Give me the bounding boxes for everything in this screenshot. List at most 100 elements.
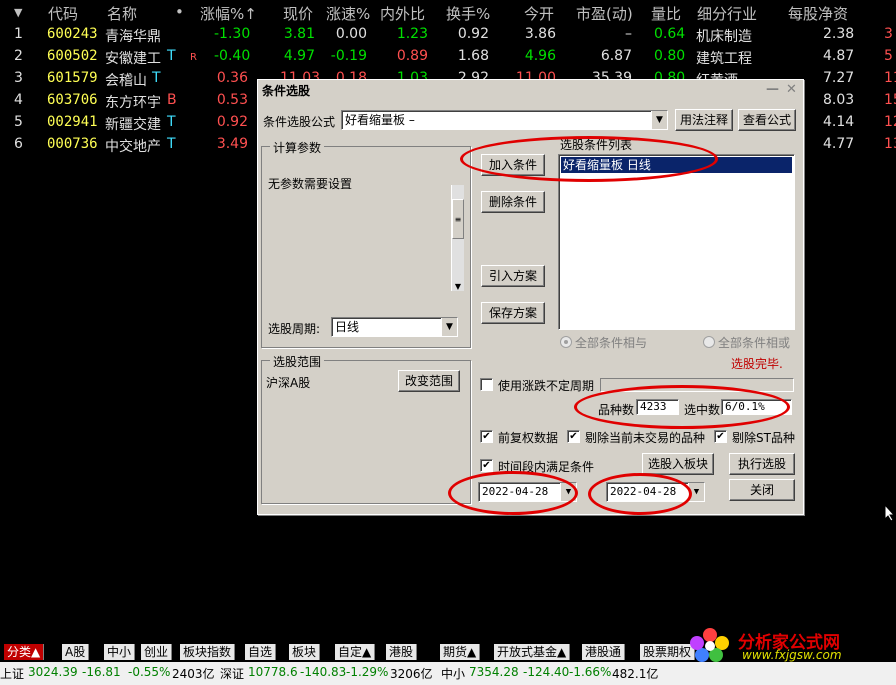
radio-or-label: 全部条件相或 xyxy=(718,336,791,350)
chevron-down-icon[interactable]: ▼ xyxy=(441,318,457,336)
exclude-st-checkbox[interactable]: ✔ xyxy=(714,430,727,443)
period-select[interactable]: 日线 ▼ xyxy=(331,317,458,337)
col-turnover[interactable]: 换手% xyxy=(446,3,490,24)
tab-0[interactable]: 分类▲ xyxy=(4,644,45,660)
cell-code: 601579 xyxy=(47,70,98,86)
done-status: 选股完毕. xyxy=(731,357,783,371)
cell-speed: -0.19 xyxy=(330,48,367,64)
close-button[interactable]: 关闭 xyxy=(729,479,795,501)
params-text: 无参数需要设置 xyxy=(268,177,353,191)
params-group-title: 计算参数 xyxy=(270,139,325,156)
cell-idx: 1 xyxy=(14,26,23,42)
exclude-untraded-checkbox[interactable]: ✔ xyxy=(567,430,580,443)
change-range-button[interactable]: 改变范围 xyxy=(398,370,460,392)
use-period-label: 使用涨跌不定周期 xyxy=(498,379,595,393)
view-formula-button[interactable]: 查看公式 xyxy=(738,109,796,131)
period-value: 日线 xyxy=(335,320,360,334)
tab-2[interactable]: 中小 xyxy=(104,644,136,660)
cell-price: 3.81 xyxy=(283,26,315,42)
execute-select-button[interactable]: 执行选股 xyxy=(729,453,795,475)
highlight-ellipse-date-from xyxy=(448,471,578,515)
tab-8[interactable]: 港股 xyxy=(386,644,418,660)
tab-10[interactable]: 开放式基金▲ xyxy=(494,644,571,660)
tab-6[interactable]: 板块 xyxy=(289,644,321,660)
sz-chg: -140.83 xyxy=(300,665,347,679)
time-condition-checkbox[interactable]: ✔ xyxy=(480,459,493,472)
prefq-label: 前复权数据 xyxy=(498,431,559,445)
cell-chg: 0.36 xyxy=(216,70,248,86)
cell-pe: 6.87 xyxy=(600,48,632,64)
col-change-pct[interactable]: 涨幅%↑ xyxy=(200,3,257,24)
sort-arrow-icon[interactable]: ▼ xyxy=(14,6,22,19)
radio-or[interactable] xyxy=(703,336,715,348)
cell-ind: 机床制造 xyxy=(696,29,752,45)
col-open[interactable]: 今开 xyxy=(524,3,554,24)
cell-tail: 5 xyxy=(884,48,893,64)
formula-value: 好看缩量板 – xyxy=(345,113,415,127)
import-plan-button[interactable]: 引入方案 xyxy=(481,265,545,287)
col-vol-ratio[interactable]: 量比 xyxy=(651,3,681,24)
highlight-ellipse-count xyxy=(574,385,790,429)
sz-vol: 3206亿 xyxy=(390,667,433,681)
cell-name: 青海华鼎 xyxy=(105,29,161,45)
cell-name: 新疆交建 xyxy=(105,117,161,133)
cell-chg: -1.30 xyxy=(214,26,251,42)
table-row[interactable]: 2 600502 安徽建工 T R -0.40 4.97 -0.19 0.89 1.68 4.96 6… xyxy=(0,46,896,68)
cell-code: 002941 xyxy=(47,114,98,130)
col-code[interactable]: 代码 xyxy=(48,3,78,24)
cell-chg: 3.49 xyxy=(216,136,248,152)
cell-mark: T xyxy=(167,114,176,130)
scroll-thumb[interactable]: ≡ xyxy=(452,199,464,239)
zx-chg: -124.40 xyxy=(523,665,570,679)
exclude-st-label: 剔除ST品种 xyxy=(732,431,795,445)
dialog-title: 条件选股 xyxy=(262,84,311,98)
col-ratio[interactable]: 内外比 xyxy=(380,3,425,24)
cell-tail: 13 xyxy=(884,136,896,152)
sh-pct: -0.55% xyxy=(128,665,171,679)
table-row[interactable]: 1 600243 青海华鼎 -1.30 3.81 0.00 1.23 0.92 3.86 – 0.6… xyxy=(0,24,896,46)
prefq-checkbox[interactable]: ✔ xyxy=(480,430,493,443)
col-pe[interactable]: 市盈(动) xyxy=(576,3,633,24)
col-speed[interactable]: 涨速% xyxy=(326,3,370,24)
col-nav[interactable]: 每股净资 xyxy=(788,3,848,24)
cell-ratio: 0.89 xyxy=(396,48,428,64)
use-period-checkbox[interactable] xyxy=(480,378,493,391)
tab-1[interactable]: A股 xyxy=(62,644,90,660)
cell-pe: – xyxy=(625,26,632,42)
cell-idx: 5 xyxy=(14,114,23,130)
index-status-bar: 上证 3024.39 -16.81 -0.55% 2403亿 深证 10778.… xyxy=(0,662,896,685)
col-industry[interactable]: 细分行业 xyxy=(697,3,757,24)
radio-and[interactable] xyxy=(560,336,572,348)
delete-condition-button[interactable]: 删除条件 xyxy=(481,191,545,213)
dialog-titlebar[interactable]: 条件选股 — ✕ xyxy=(258,80,803,100)
tab-7[interactable]: 自定▲ xyxy=(335,644,376,660)
scroll-down-icon[interactable]: ▼ xyxy=(452,282,464,291)
close-icon[interactable]: ✕ xyxy=(786,82,797,97)
usage-note-button[interactable]: 用法注释 xyxy=(675,109,733,131)
params-group: 计算参数 无参数需要设置 ≡ ▼ 选股周期: 日线 ▼ xyxy=(261,139,471,348)
formula-select[interactable]: 好看缩量板 – ▼ xyxy=(341,110,668,130)
col-name[interactable]: 名称 xyxy=(107,3,137,24)
tab-3[interactable]: 创业 xyxy=(141,644,173,660)
cell-nav: 4.77 xyxy=(823,136,855,152)
cell-price: 4.97 xyxy=(283,48,315,64)
cell-ratio: 1.23 xyxy=(396,26,428,42)
col-price[interactable]: 现价 xyxy=(283,3,313,24)
save-plan-button[interactable]: 保存方案 xyxy=(481,302,545,324)
params-scrollbar[interactable]: ≡ ▼ xyxy=(451,185,464,291)
range-group-title: 选股范围 xyxy=(270,353,325,370)
chevron-down-icon[interactable]: ▼ xyxy=(651,111,667,129)
tab-4[interactable]: 板块指数 xyxy=(180,644,236,660)
sh-chg: -16.81 xyxy=(82,665,121,679)
sz-value: 10778.6 xyxy=(248,665,298,679)
cell-chg: 0.53 xyxy=(216,92,248,108)
minimize-icon[interactable]: — xyxy=(766,82,779,97)
zx-value: 7354.28 xyxy=(469,665,519,679)
sz-pct: -1.29% xyxy=(346,665,389,679)
cell-chg: 0.92 xyxy=(216,114,248,130)
tab-5[interactable]: 自选 xyxy=(245,644,277,660)
cell-tail: 11 xyxy=(884,70,896,86)
add-to-block-button[interactable]: 选股入板块 xyxy=(642,453,714,475)
tab-11[interactable]: 港股通 xyxy=(582,644,626,660)
tab-9[interactable]: 期货▲ xyxy=(440,644,481,660)
